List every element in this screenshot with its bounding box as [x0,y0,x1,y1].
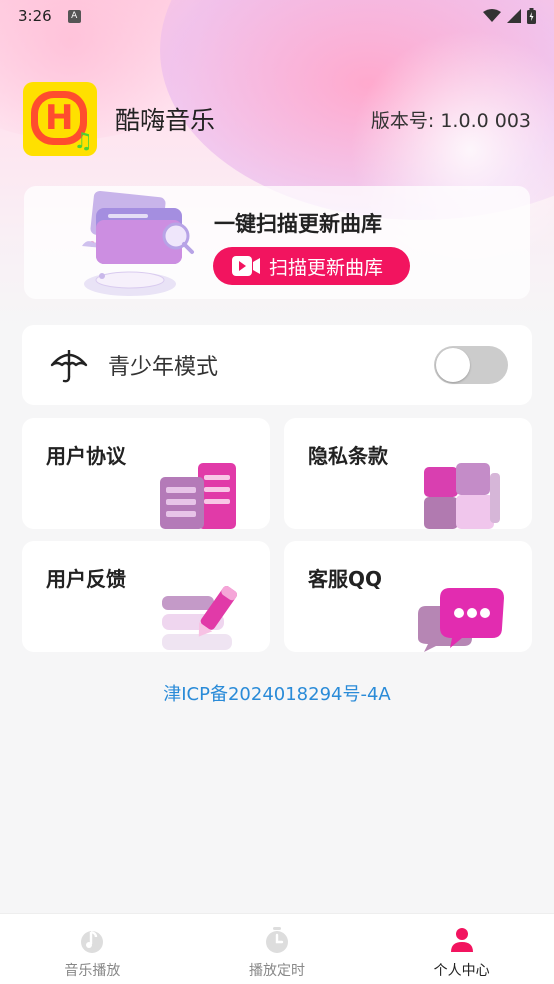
timer-icon [266,927,288,953]
user-agreement-card[interactable]: 用户协议 [22,418,270,529]
nav-personal-center[interactable]: 个人中心 [369,914,554,984]
notification-icon: A [67,9,81,23]
app-logo: H ♫ [23,82,97,156]
edit-pen-icon [162,586,238,650]
music-note-icon: ♫ [73,129,93,154]
user-agreement-label: 用户协议 [46,444,126,468]
blocks-icon [424,463,500,529]
icp-license-link[interactable]: 津ICP备2024018294号-4A [0,680,554,706]
user-feedback-card[interactable]: 用户反馈 [22,541,270,652]
bottom-navigation: 音乐播放 播放定时 个人中心 [0,913,554,984]
app-name: 酷嗨音乐 [115,106,216,135]
youth-mode-toggle[interactable] [434,346,508,384]
privacy-policy-card[interactable]: 隐私条款 [284,418,532,529]
scan-card-title: 一键扫描更新曲库 [214,212,382,236]
document-list-icon [160,463,236,529]
toggle-knob [436,348,470,382]
customer-service-card[interactable]: 客服QQ [284,541,532,652]
nav-play-timer[interactable]: 播放定时 [185,914,370,984]
scan-library-card: 一键扫描更新曲库 扫描更新曲库 [24,186,530,299]
customer-service-label: 客服QQ [308,567,383,591]
folder-scan-illustration [82,190,194,296]
umbrella-icon [50,350,88,383]
nav-personal-center-label: 个人中心 [433,963,490,979]
status-bar: 3:26 A [0,0,554,32]
nav-music-play-label: 音乐播放 [64,963,121,979]
scan-library-button[interactable]: 扫描更新曲库 [213,247,410,285]
status-time: 3:26 [18,7,52,25]
youth-mode-label: 青少年模式 [108,355,219,380]
music-note-icon [81,930,104,953]
youth-mode-row: 青少年模式 [22,325,532,405]
privacy-policy-label: 隐私条款 [308,444,388,468]
battery-icon [527,8,536,24]
person-icon [450,928,473,952]
profile-header: H ♫ 酷嗨音乐 版本号: 1.0.0 003 [23,82,531,156]
signal-icon [507,9,521,23]
chat-bubble-icon [418,588,504,652]
nav-play-timer-label: 播放定时 [249,963,305,979]
version-label: 版本号: 1.0.0 003 [370,109,531,132]
video-icon [232,256,260,276]
scan-button-label: 扫描更新曲库 [269,256,384,279]
nav-music-play[interactable]: 音乐播放 [0,914,185,984]
wifi-icon [483,9,501,22]
user-feedback-label: 用户反馈 [46,567,126,591]
